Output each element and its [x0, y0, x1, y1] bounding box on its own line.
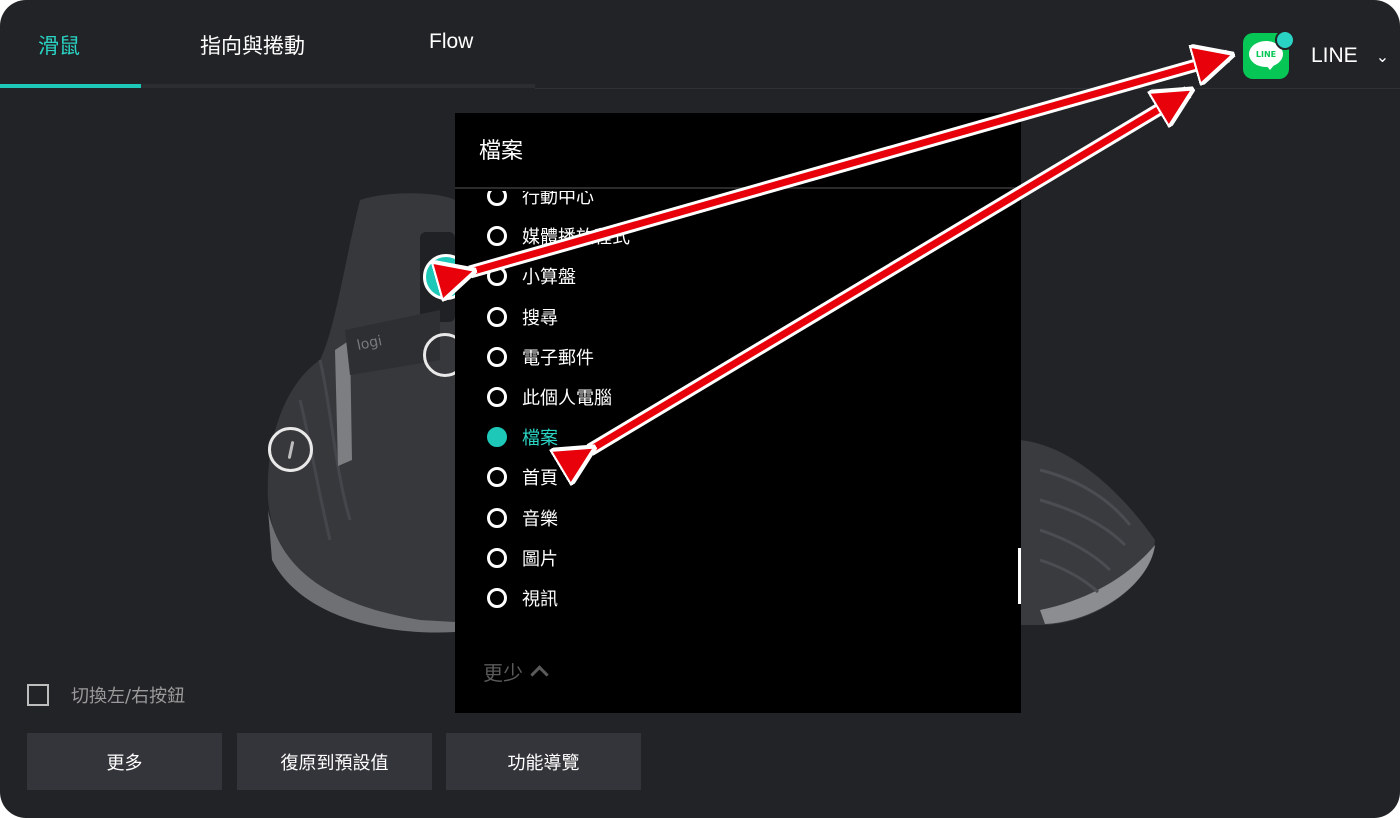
swap-buttons-checkbox[interactable]: [27, 684, 49, 706]
options-window: 滑鼠 指向與捲動 Flow LINE LINE ⌄ logi 檔案 行動中心 媒…: [0, 0, 1400, 818]
scrollbar-thumb[interactable]: [1018, 548, 1021, 604]
app-name: LINE: [1311, 44, 1358, 67]
swap-buttons-option[interactable]: 切換左/右按鈕: [27, 682, 185, 708]
menu-item-email[interactable]: 電子郵件: [487, 337, 630, 377]
radio-icon: [487, 507, 507, 528]
action-list[interactable]: 行動中心 媒體播放程式 小算盤 搜尋 電子郵件 此個人電腦 檔案 首頁 音樂 圖…: [455, 191, 1021, 641]
radio-icon: [487, 266, 507, 287]
radio-icon: [487, 306, 507, 327]
active-tab-indicator: [0, 84, 141, 88]
chevron-up-icon: [530, 665, 549, 684]
menu-item-search[interactable]: 搜尋: [487, 297, 630, 337]
radio-icon: [487, 346, 507, 367]
tab-bar: 滑鼠 指向與捲動 Flow: [0, 0, 535, 88]
tab-mouse[interactable]: 滑鼠: [38, 30, 80, 60]
menu-item-pictures[interactable]: 圖片: [487, 538, 630, 578]
menu-item-calculator[interactable]: 小算盤: [487, 256, 630, 296]
hotspot-thumb-wheel[interactable]: [268, 427, 313, 472]
menu-item-videos[interactable]: 視訊: [487, 578, 630, 618]
radio-icon: [487, 191, 507, 207]
tab-point-and-scroll[interactable]: 指向與捲動: [200, 30, 305, 60]
more-button[interactable]: 更多: [27, 733, 222, 790]
menu-item-music[interactable]: 音樂: [487, 498, 630, 538]
restore-defaults-button[interactable]: 復原到預設值: [237, 733, 432, 790]
radio-icon: [487, 387, 507, 408]
swap-buttons-label: 切換左/右按鈕: [71, 686, 186, 707]
menu-item-files[interactable]: 檔案: [487, 417, 630, 457]
menu-divider: [455, 187, 1021, 189]
menu-item-action-center[interactable]: 行動中心: [487, 191, 630, 216]
menu-title: 檔案: [479, 139, 524, 164]
show-less-label: 更少: [483, 661, 523, 685]
menu-item-media-player[interactable]: 媒體播放程式: [487, 216, 630, 256]
radio-icon: [487, 226, 507, 247]
active-app-badge: [1275, 30, 1295, 50]
scroll-wheel-icon: [287, 440, 294, 459]
radio-icon: [487, 547, 507, 568]
show-less-toggle[interactable]: 更少: [483, 657, 549, 686]
menu-item-this-pc[interactable]: 此個人電腦: [487, 377, 630, 417]
action-menu-panel: 檔案 行動中心 媒體播放程式 小算盤 搜尋 電子郵件 此個人電腦 檔案 首頁 音…: [455, 113, 1021, 713]
radio-selected-icon: [487, 427, 507, 448]
tab-flow[interactable]: Flow: [429, 30, 473, 54]
app-selector[interactable]: LINE LINE ⌄: [1243, 30, 1389, 80]
radio-icon: [487, 467, 507, 488]
radio-icon: [487, 587, 507, 608]
feature-tour-button[interactable]: 功能導覽: [446, 733, 641, 790]
line-app-icon: LINE: [1243, 30, 1295, 79]
chevron-down-icon[interactable]: ⌄: [1376, 47, 1389, 66]
header-divider: [535, 88, 1400, 89]
menu-item-home[interactable]: 首頁: [487, 457, 630, 497]
